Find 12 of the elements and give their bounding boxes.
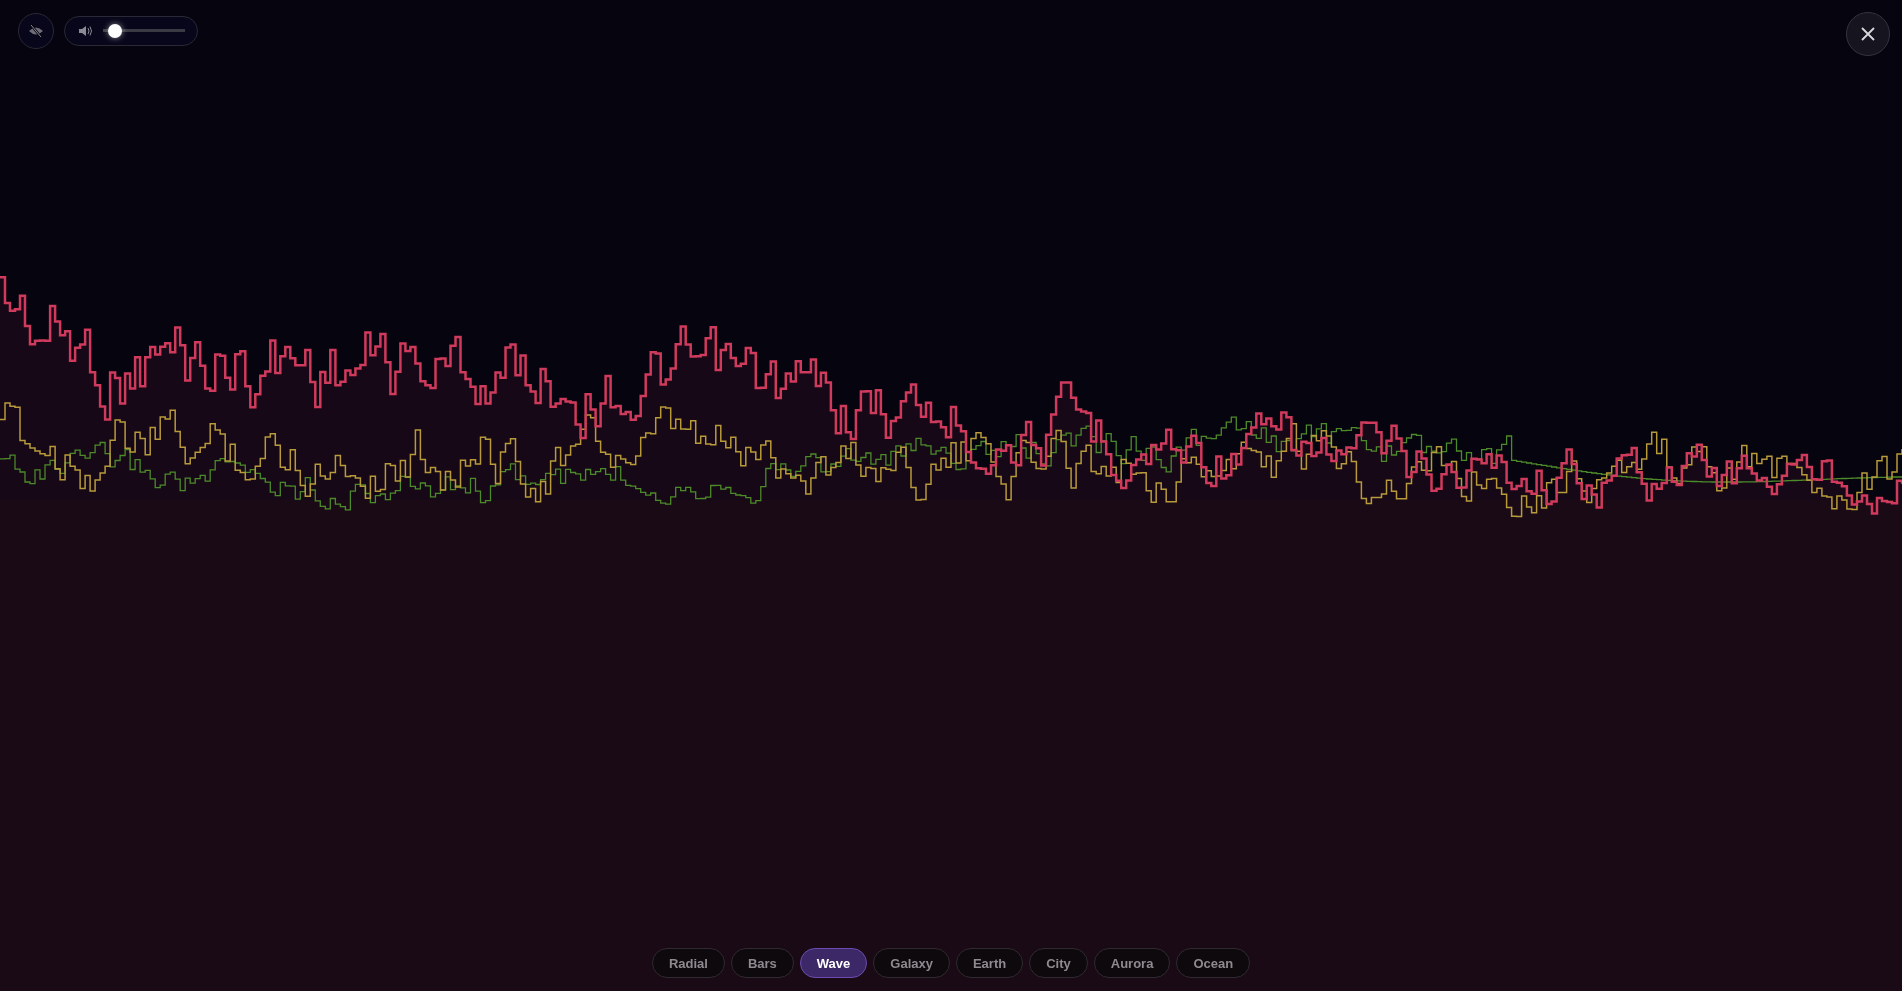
eye-slash-icon: [28, 23, 44, 39]
close-button[interactable]: [1846, 12, 1890, 56]
close-icon: [1861, 27, 1875, 41]
volume-thumb[interactable]: [108, 24, 123, 38]
speaker-icon: [79, 25, 93, 37]
mode-tab[interactable]: Aurora: [1093, 948, 1171, 978]
mode-tab[interactable]: City: [1029, 948, 1088, 978]
hide-visibility-button[interactable]: [18, 13, 54, 49]
mode-tab[interactable]: Radial: [651, 948, 725, 978]
mode-tab[interactable]: Ocean: [1176, 948, 1251, 978]
mode-tab[interactable]: Galaxy: [873, 948, 950, 978]
mode-tab[interactable]: Wave: [799, 948, 868, 978]
